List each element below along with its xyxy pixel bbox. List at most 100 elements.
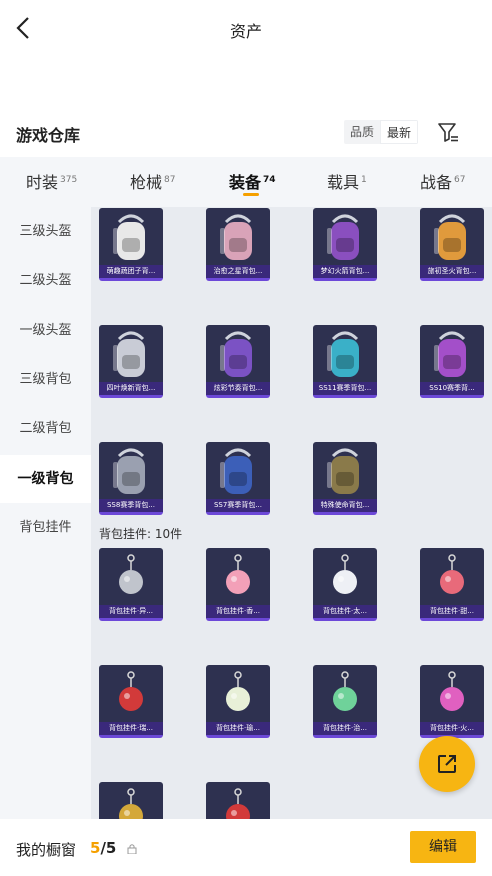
flame-backpack-icon: [434, 214, 466, 260]
tab-guns[interactable]: 枪械 87: [130, 169, 175, 193]
backpack-name: 四叶焕新背包...: [99, 382, 163, 395]
astronaut-pendant-icon: [333, 554, 357, 594]
tab-label: 枪械: [130, 173, 163, 192]
backpack-name: SS11赛季背包...: [313, 382, 377, 395]
pendant-card[interactable]: 背包挂件·瑜...: [206, 665, 270, 738]
backpack-name: 萌趣蔬团子背...: [99, 265, 163, 278]
top-bar: 资产: [0, 0, 492, 58]
category-tabs: 时装 375 枪械 87 装备 74 载具 1 战备 67: [0, 157, 492, 207]
backpack-name: SS7赛季背包...: [206, 499, 270, 512]
showcase-footer: 我的橱窗 5/5 编辑: [0, 819, 492, 876]
backpack-card[interactable]: SS11赛季背包...: [313, 325, 377, 398]
tab-combat-gear[interactable]: 战备 67: [420, 169, 465, 193]
pendant-name: 背包挂件·火...: [420, 722, 484, 735]
tab-count: 67: [454, 175, 466, 185]
pendant-card[interactable]: 背包挂件·太...: [313, 548, 377, 621]
backpack-name: 旅初圣火背包...: [420, 265, 484, 278]
tab-label: 时装: [26, 173, 59, 192]
backpack-card[interactable]: SS8赛季背包...: [99, 442, 163, 515]
backpack-name: 炫彩节奏背包...: [206, 382, 270, 395]
backpack-card[interactable]: 萌趣蔬团子背...: [99, 208, 163, 281]
pendant-name: 背包挂件·太...: [313, 605, 377, 618]
pendant-name: 背包挂件·异...: [99, 605, 163, 618]
sidebar-item-level3-helmet[interactable]: 三级头盔: [0, 208, 91, 256]
sidebar-item-level1-helmet[interactable]: 一级头盔: [0, 307, 91, 355]
season-ss7-backpack-icon: [220, 448, 252, 494]
backpack-name: 梦幻火箭背包...: [313, 265, 377, 278]
item-grid: 背包挂件: 10件 萌趣蔬团子背... 治愈之星背包... 梦幻火箭背包... 旅初圣…: [91, 207, 492, 819]
lock-icon: [127, 844, 137, 854]
rocket-backpack-icon: [327, 214, 359, 260]
backpack-card[interactable]: 四叶焕新背包...: [99, 325, 163, 398]
pendant-card[interactable]: [206, 782, 270, 819]
pendant-group-label: 背包挂件: 10件: [99, 527, 183, 541]
pendant-card[interactable]: 背包挂件·治...: [313, 665, 377, 738]
backpack-name: 特殊使命背包...: [313, 499, 377, 512]
backpack-name: SS8赛季背包...: [99, 499, 163, 512]
knot-pendant-icon: [119, 671, 143, 711]
gold-emblem-pendant-icon: [119, 788, 143, 819]
bottle-pendant-icon: [333, 671, 357, 711]
pink-star-backpack-icon: [220, 214, 252, 260]
tab-fashion[interactable]: 时装 375: [26, 169, 77, 193]
tab-equipment[interactable]: 装备 74: [229, 169, 276, 193]
showcase-label: 我的橱窗: [16, 841, 77, 859]
sort-quality-button[interactable]: 品质: [344, 120, 380, 144]
pendant-name: 背包挂件·瑞...: [99, 722, 163, 735]
filter-icon[interactable]: [436, 120, 460, 144]
pendant-name: 背包挂件·甜...: [420, 605, 484, 618]
backpack-card[interactable]: SS10赛季背...: [420, 325, 484, 398]
sidebar: 三级头盔 二级头盔 一级头盔 三级背包 二级背包 一级背包 背包挂件: [0, 207, 91, 819]
showcase-current: 5: [90, 839, 101, 857]
backpack-card[interactable]: 治愈之星背包...: [206, 208, 270, 281]
pendant-card[interactable]: [99, 782, 163, 819]
pendant-name: 背包挂件·治...: [313, 722, 377, 735]
backpack-name: 治愈之星背包...: [206, 265, 270, 278]
sidebar-item-level3-backpack[interactable]: 三级背包: [0, 356, 91, 404]
paw-pendant-icon: [440, 554, 464, 594]
color-rhythm-backpack-icon: [220, 331, 252, 377]
tab-count: 375: [60, 175, 78, 185]
pendant-card[interactable]: 背包挂件·异...: [99, 548, 163, 621]
backpack-name: SS10赛季背...: [420, 382, 484, 395]
pendant-name: 背包挂件·香...: [206, 605, 270, 618]
pendant-card[interactable]: 背包挂件·火...: [420, 665, 484, 738]
white-bunny-backpack-icon: [113, 214, 145, 260]
backpack-card[interactable]: 特殊使命背包...: [313, 442, 377, 515]
backpack-card[interactable]: 旅初圣火背包...: [420, 208, 484, 281]
silver-backpack-icon: [113, 331, 145, 377]
backpack-card[interactable]: SS7赛季背包...: [206, 442, 270, 515]
edit-button[interactable]: 编辑: [410, 831, 476, 863]
sidebar-item-level1-backpack[interactable]: 一级背包: [0, 455, 91, 503]
sidebar-item-level2-helmet[interactable]: 二级头盔: [0, 257, 91, 305]
backpack-card[interactable]: 梦幻火箭背包...: [313, 208, 377, 281]
warehouse-header: 游戏仓库 品质 最新: [0, 118, 492, 148]
tab-label: 装备: [229, 173, 262, 192]
sort-toggle: 品质 最新: [344, 120, 419, 144]
tab-vehicles[interactable]: 载具 1: [327, 169, 367, 193]
sidebar-item-level2-backpack[interactable]: 二级背包: [0, 405, 91, 453]
pendant-name: 背包挂件·瑜...: [206, 722, 270, 735]
season-ss10-backpack-icon: [434, 331, 466, 377]
flower-pendant-icon: [226, 554, 250, 594]
sidebar-item-backpack-pendant[interactable]: 背包挂件: [0, 504, 91, 552]
mission-backpack-icon: [327, 448, 359, 494]
share-button[interactable]: [419, 736, 475, 792]
flame-pendant-icon: [440, 671, 464, 711]
crown-pendant-icon: [119, 554, 143, 594]
external-link-icon: [438, 755, 456, 773]
page-title: 资产: [229, 22, 262, 41]
pendant-card[interactable]: 背包挂件·香...: [206, 548, 270, 621]
backpack-card[interactable]: 炫彩节奏背包...: [206, 325, 270, 398]
red-tassel-pendant-icon: [226, 788, 250, 819]
tab-count: 74: [263, 175, 276, 185]
tab-count: 87: [164, 175, 176, 185]
season-ss8-backpack-icon: [113, 448, 145, 494]
warehouse-title: 游戏仓库: [16, 126, 81, 145]
tab-label: 战备: [420, 173, 453, 192]
sort-newest-button[interactable]: 最新: [380, 120, 419, 144]
pendant-card[interactable]: 背包挂件·甜...: [420, 548, 484, 621]
tab-label: 载具: [327, 173, 360, 192]
pendant-card[interactable]: 背包挂件·瑞...: [99, 665, 163, 738]
showcase-count: 5/5: [90, 839, 116, 857]
